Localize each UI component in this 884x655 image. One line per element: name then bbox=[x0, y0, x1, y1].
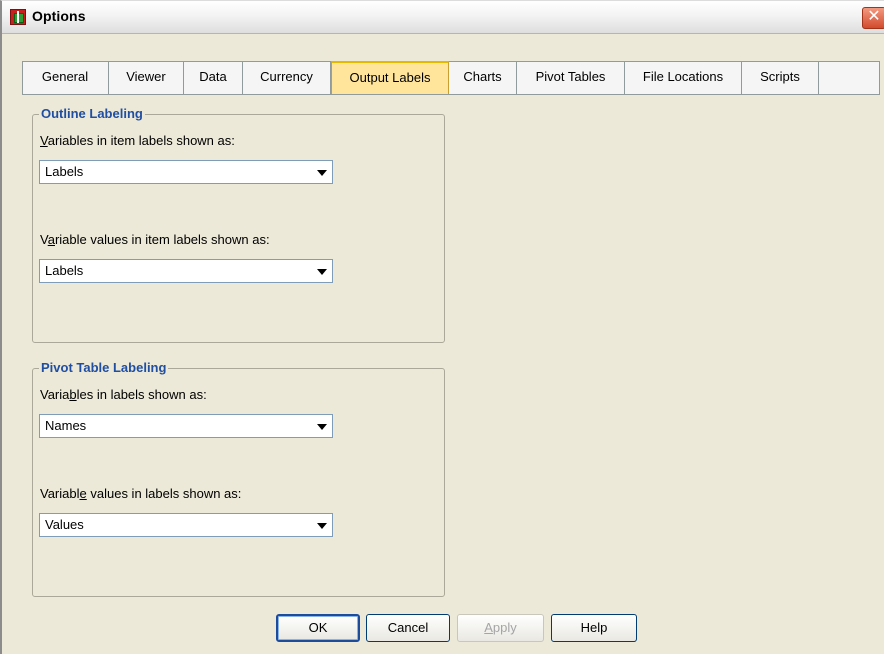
pivot-values-select[interactable]: Values bbox=[39, 513, 333, 537]
select-value: Names bbox=[45, 418, 87, 433]
select-value: Values bbox=[45, 517, 84, 532]
label-mnemonic: b bbox=[69, 387, 77, 402]
label-mnemonic: e bbox=[79, 486, 87, 501]
help-button[interactable]: Help bbox=[551, 614, 637, 642]
label-text: Variabl bbox=[40, 486, 80, 501]
outline-variables-label: Variables in item labels shown as: bbox=[40, 133, 235, 148]
tab-viewer[interactable]: Viewer bbox=[109, 61, 184, 94]
tab-charts[interactable]: Charts bbox=[449, 61, 517, 94]
label-mnemonic: a bbox=[47, 232, 55, 247]
pivot-values-label: Variable values in labels shown as: bbox=[40, 486, 241, 501]
label-text: Varia bbox=[40, 387, 70, 402]
close-icon[interactable]: ✕ bbox=[862, 7, 884, 29]
outline-values-select[interactable]: Labels bbox=[39, 259, 333, 283]
label-mnemonic: V bbox=[40, 133, 48, 148]
dropdown-arrow-icon bbox=[317, 170, 327, 176]
apply-mnemonic: A bbox=[484, 620, 493, 635]
dropdown-arrow-icon bbox=[317, 424, 327, 430]
label-text: ariables in item labels shown as: bbox=[47, 133, 235, 148]
apply-label: pply bbox=[492, 620, 517, 635]
label-text: les in labels shown as: bbox=[76, 387, 207, 402]
outline-variables-select[interactable]: Labels bbox=[39, 160, 333, 184]
app-icon bbox=[10, 9, 26, 25]
pivot-table-labeling-group: Pivot Table Labeling bbox=[32, 360, 445, 597]
label-text: V bbox=[40, 232, 48, 247]
tab-data[interactable]: Data bbox=[184, 61, 243, 94]
apply-button[interactable]: Apply bbox=[457, 614, 544, 642]
tab-currency[interactable]: Currency bbox=[243, 61, 331, 94]
title-bar[interactable]: Options ✕ bbox=[2, 1, 884, 34]
outline-labeling-title: Outline Labeling bbox=[39, 106, 145, 121]
dropdown-arrow-icon bbox=[317, 523, 327, 529]
label-text: riable values in item labels shown as: bbox=[54, 232, 270, 247]
ok-button[interactable]: OK bbox=[276, 614, 360, 642]
tab-file-locations[interactable]: File Locations bbox=[625, 61, 742, 94]
dropdown-arrow-icon bbox=[317, 269, 327, 275]
tab-general[interactable]: General bbox=[22, 61, 109, 94]
outline-values-label: Variable values in item labels shown as: bbox=[40, 232, 270, 247]
cancel-button[interactable]: Cancel bbox=[366, 614, 450, 642]
outline-labeling-group: Outline Labeling bbox=[32, 106, 445, 343]
pivot-table-labeling-title: Pivot Table Labeling bbox=[39, 360, 169, 375]
pivot-variables-select[interactable]: Names bbox=[39, 414, 333, 438]
options-dialog: Options ✕ General Viewer Data Currency O… bbox=[0, 0, 884, 654]
label-text: values in labels shown as: bbox=[86, 486, 242, 501]
select-value: Labels bbox=[45, 263, 84, 278]
tab-output-labels[interactable]: Output Labels bbox=[331, 61, 449, 94]
window-title: Options bbox=[32, 8, 86, 24]
select-value: Labels bbox=[45, 164, 84, 179]
tab-pivot-tables[interactable]: Pivot Tables bbox=[517, 61, 625, 94]
pivot-variables-label: Variables in labels shown as: bbox=[40, 387, 207, 402]
tab-scripts[interactable]: Scripts bbox=[742, 61, 819, 94]
